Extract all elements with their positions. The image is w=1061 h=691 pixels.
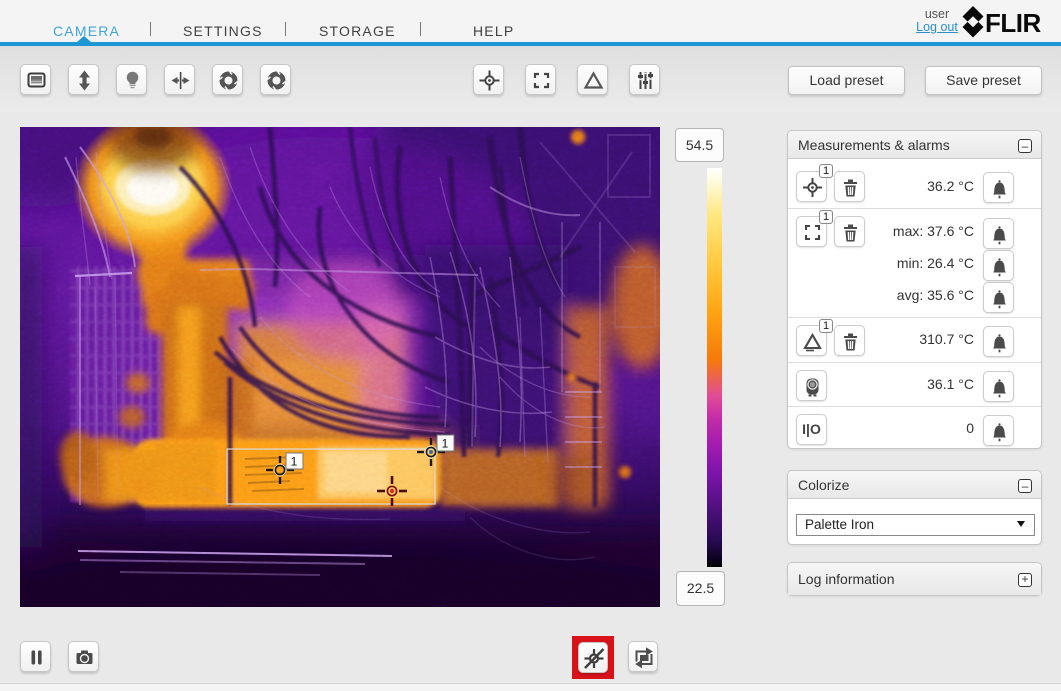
svg-text:1: 1 <box>291 455 298 469</box>
svg-text:FLIR: FLIR <box>985 8 1041 38</box>
svg-text:1: 1 <box>442 437 449 451</box>
